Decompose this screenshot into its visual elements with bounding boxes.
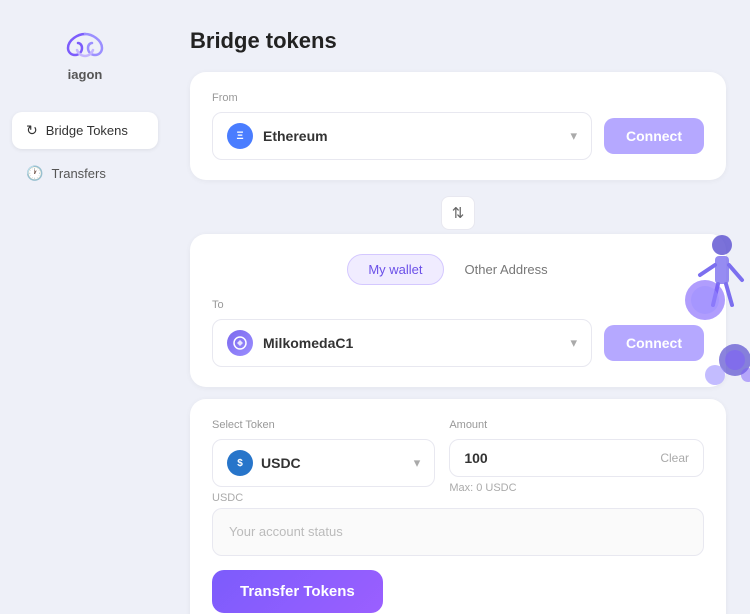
swap-button[interactable]: ⇅ bbox=[441, 196, 475, 230]
milkomeda-icon bbox=[227, 330, 253, 356]
main-content: Bridge tokens From Ξ Ethereum ▾ Connect … bbox=[170, 0, 750, 614]
from-label: From bbox=[212, 92, 704, 104]
sidebar-item-transfers[interactable]: 🕐 Transfers bbox=[12, 155, 158, 192]
iagon-logo-icon bbox=[60, 30, 110, 65]
from-chain-name: Ethereum bbox=[263, 128, 560, 144]
from-chain-chevron-icon: ▾ bbox=[570, 128, 577, 144]
select-token-label: Select Token bbox=[212, 419, 435, 431]
tab-my-wallet[interactable]: My wallet bbox=[347, 254, 443, 285]
wallet-tabs: My wallet Other Address bbox=[212, 254, 704, 285]
from-chain-dropdown[interactable]: Ξ Ethereum ▾ bbox=[212, 112, 592, 160]
token-amount-row: Select Token $ USDC ▾ USDC Amount Clear … bbox=[212, 419, 704, 504]
token-dropdown[interactable]: $ USDC ▾ bbox=[212, 439, 435, 487]
logo-area: iagon bbox=[60, 30, 110, 82]
transfers-icon: 🕐 bbox=[26, 165, 43, 182]
to-chain-name: MilkomedaC1 bbox=[263, 335, 560, 351]
amount-input[interactable] bbox=[464, 450, 660, 466]
sidebar: iagon ↻ Bridge Tokens 🕐 Transfers bbox=[0, 0, 170, 614]
tab-other-address[interactable]: Other Address bbox=[444, 254, 569, 285]
to-chain-chevron-icon: ▾ bbox=[570, 335, 577, 351]
from-card: From Ξ Ethereum ▾ Connect bbox=[190, 72, 726, 180]
from-row: Ξ Ethereum ▾ Connect bbox=[212, 112, 704, 160]
logo-label: iagon bbox=[68, 67, 103, 82]
to-label: To bbox=[212, 299, 704, 311]
sidebar-navigation: ↻ Bridge Tokens 🕐 Transfers bbox=[0, 112, 170, 192]
account-status-text: Your account status bbox=[229, 524, 343, 539]
token-name: USDC bbox=[261, 455, 406, 471]
usdc-icon: $ bbox=[227, 450, 253, 476]
sidebar-item-bridge-tokens[interactable]: ↻ Bridge Tokens bbox=[12, 112, 158, 149]
token-chevron-icon: ▾ bbox=[414, 455, 421, 471]
token-amount-card: Select Token $ USDC ▾ USDC Amount Clear … bbox=[190, 399, 726, 614]
to-card: My wallet Other Address To MilkomedaC1 ▾… bbox=[190, 234, 726, 387]
amount-section: Amount Clear Max: 0 USDC bbox=[449, 419, 704, 494]
token-section: Select Token $ USDC ▾ USDC bbox=[212, 419, 435, 504]
bridge-tokens-icon: ↻ bbox=[26, 122, 38, 139]
transfer-tokens-button[interactable]: Transfer Tokens bbox=[212, 570, 383, 613]
page-title: Bridge tokens bbox=[190, 28, 726, 54]
amount-label: Amount bbox=[449, 419, 704, 431]
max-label: Max: 0 USDC bbox=[449, 482, 704, 494]
to-row: MilkomedaC1 ▾ Connect bbox=[212, 319, 704, 367]
sidebar-item-bridge-tokens-label: Bridge Tokens bbox=[46, 123, 128, 138]
to-connect-button[interactable]: Connect bbox=[604, 325, 704, 361]
sidebar-item-transfers-label: Transfers bbox=[51, 166, 105, 181]
to-chain-dropdown[interactable]: MilkomedaC1 ▾ bbox=[212, 319, 592, 367]
token-sub-label: USDC bbox=[212, 492, 435, 504]
swap-divider: ⇅ bbox=[190, 192, 726, 234]
ethereum-icon: Ξ bbox=[227, 123, 253, 149]
from-connect-button[interactable]: Connect bbox=[604, 118, 704, 154]
amount-input-wrap: Clear bbox=[449, 439, 704, 477]
account-status-box: Your account status bbox=[212, 508, 704, 556]
clear-button[interactable]: Clear bbox=[660, 451, 689, 465]
